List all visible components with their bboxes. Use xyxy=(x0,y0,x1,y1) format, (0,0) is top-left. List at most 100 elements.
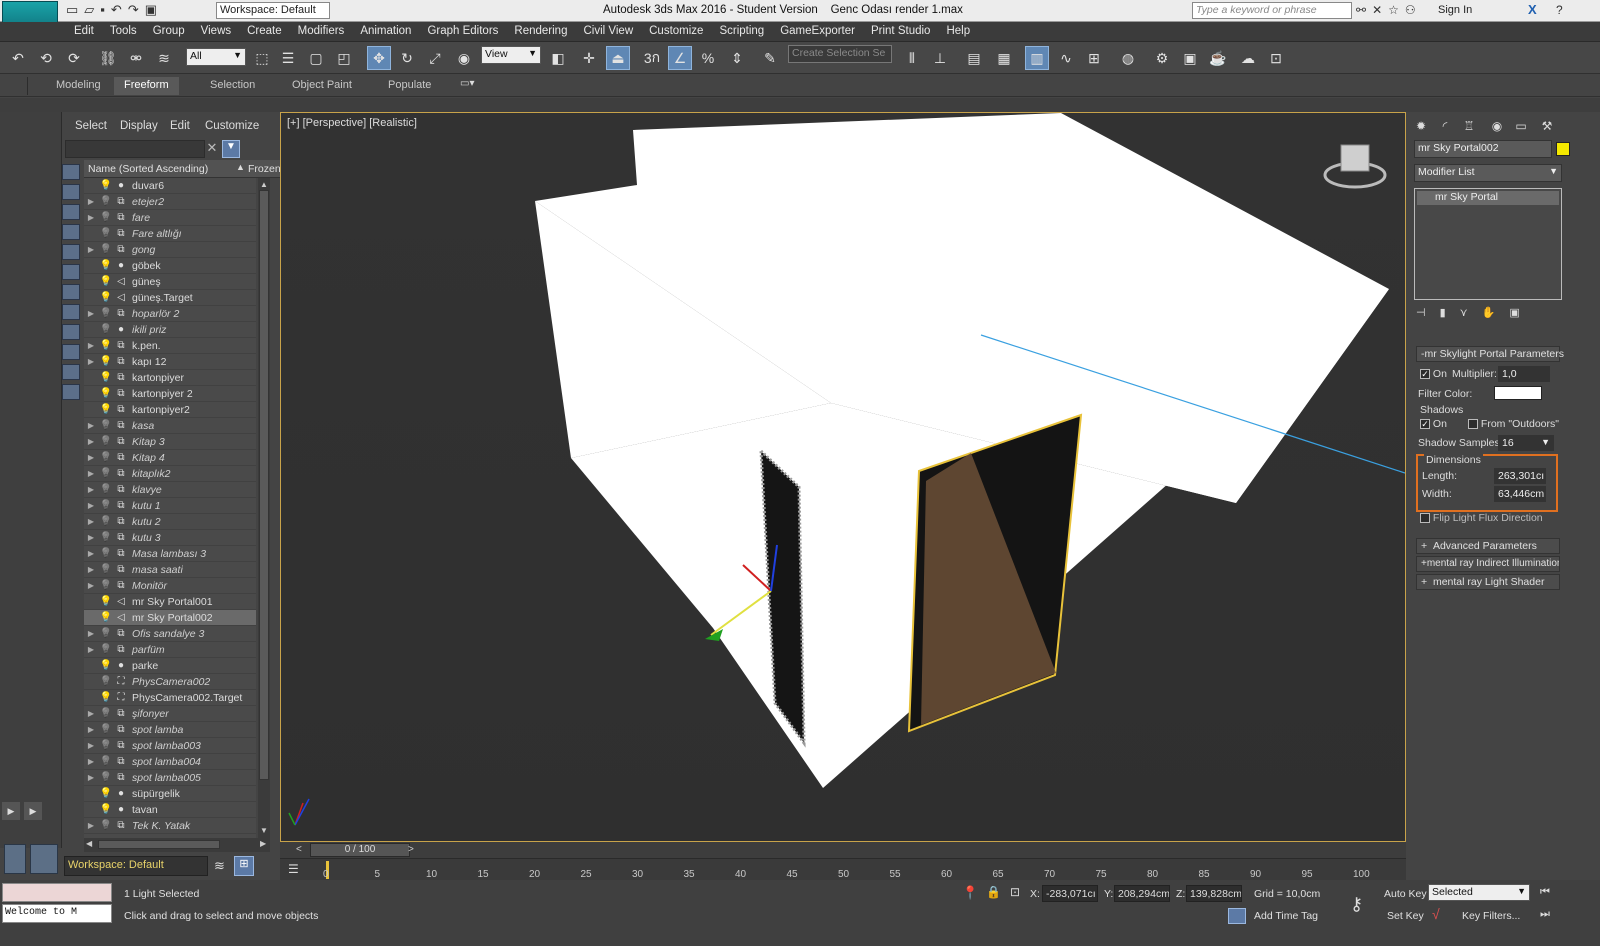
visibility-bulb-icon[interactable]: 💡 xyxy=(100,260,112,272)
light-shader-rollout[interactable]: + mental ray Light Shader xyxy=(1416,574,1560,590)
scene-list-item[interactable]: ▶ 💡 ⧉ kasa xyxy=(84,418,256,434)
visibility-bulb-icon[interactable]: 💡 xyxy=(100,292,112,304)
expand-arrow-icon[interactable]: ▶ xyxy=(86,645,96,654)
expand-arrow-icon[interactable]: ▶ xyxy=(86,341,96,350)
expand-arrow-icon[interactable]: ▶ xyxy=(86,533,96,542)
scroll-right-icon[interactable]: ▶ xyxy=(260,839,266,848)
visibility-bulb-icon[interactable]: 💡 xyxy=(100,724,112,736)
bind-space-warp-icon[interactable]: ≋ xyxy=(152,46,176,70)
favorites-icon[interactable]: ☆ xyxy=(1388,3,1399,17)
isolate-selection-icon[interactable]: 📍 xyxy=(962,885,978,901)
reference-coordinate-dropdown[interactable]: View ▼ xyxy=(481,46,541,64)
schematic-view-icon[interactable]: ⊞ xyxy=(1082,46,1106,70)
visibility-bulb-icon[interactable]: 💡 xyxy=(100,804,112,816)
menu-group[interactable]: Group xyxy=(145,22,193,41)
visibility-bulb-icon[interactable]: 💡 xyxy=(100,548,112,560)
filter-color-swatch[interactable] xyxy=(1494,386,1542,400)
expand-arrow-icon[interactable]: ▶ xyxy=(86,821,96,830)
visibility-bulb-icon[interactable]: 💡 xyxy=(100,340,112,352)
add-time-tag[interactable]: Add Time Tag xyxy=(1254,910,1318,922)
expand-arrow-icon[interactable]: ▶ xyxy=(86,309,96,318)
scene-list-item[interactable]: 💡 ● duvar6 xyxy=(84,178,256,194)
scene-list-item[interactable]: 💡 ⧉ kartonpiyer 2 xyxy=(84,386,256,402)
scene-list-item[interactable]: 💡 ⧉ kartonpiyer2 xyxy=(84,402,256,418)
visibility-bulb-icon[interactable]: 💡 xyxy=(100,420,112,432)
manipulate-icon[interactable]: ✛ xyxy=(577,46,601,70)
open-file-icon[interactable]: ▱ xyxy=(84,2,94,20)
toggle-ribbon-icon[interactable]: ▦ xyxy=(992,46,1016,70)
visibility-bulb-icon[interactable]: 💡 xyxy=(100,516,112,528)
scene-list-item[interactable]: ▶ 💡 ⧉ Monitör xyxy=(84,578,256,594)
key-mode-dropdown[interactable]: Selected ▼ xyxy=(1428,884,1530,901)
mirror-icon[interactable]: ⫴ xyxy=(900,46,924,70)
expand-arrow-icon[interactable]: ▶ xyxy=(86,213,96,222)
modify-tab-icon[interactable]: ◜ xyxy=(1434,116,1456,136)
length-spinner[interactable]: 263,301cı xyxy=(1494,468,1546,484)
scene-list-item[interactable]: ▶ 💡 ⧉ spot lamba003 xyxy=(84,738,256,754)
visibility-bulb-icon[interactable]: 💡 xyxy=(100,644,112,656)
visibility-bulb-icon[interactable]: 💡 xyxy=(100,228,112,240)
communication-icon[interactable]: ✕ xyxy=(1372,3,1382,17)
scene-list-item[interactable]: ▶ 💡 ⧉ masa saati xyxy=(84,562,256,578)
visibility-bulb-icon[interactable]: 💡 xyxy=(100,740,112,752)
scene-list-item[interactable]: ▶ 💡 ⧉ spot lamba005 xyxy=(84,770,256,786)
on-checkbox[interactable]: ✓ xyxy=(1420,369,1430,380)
scene-list-item[interactable]: ▶ 💡 ⧉ k.pen. xyxy=(84,338,256,354)
redo-arrow-icon[interactable]: ⟳ xyxy=(62,46,86,70)
time-slider[interactable]: < 0 / 100 > xyxy=(280,842,1406,858)
light-filter-icon[interactable] xyxy=(62,204,80,220)
angle-snap-icon[interactable]: ∠ xyxy=(668,46,692,70)
spinner-snap-icon[interactable]: ⇕ xyxy=(725,46,749,70)
viewport-layout-thumb[interactable] xyxy=(30,844,58,874)
scene-search-input[interactable] xyxy=(65,140,205,158)
visibility-bulb-icon[interactable]: 💡 xyxy=(100,500,112,512)
rectangular-selection-icon[interactable]: ▢ xyxy=(304,46,328,70)
spacewarp-filter-icon[interactable] xyxy=(62,264,80,280)
key-curve-icon[interactable]: √ xyxy=(1432,906,1440,922)
scene-list-item[interactable]: ▶ 💡 ⧉ klavye xyxy=(84,482,256,498)
mini-curve-editor-icon[interactable]: ☰ xyxy=(288,862,299,876)
expand-arrow-icon[interactable]: ▶ xyxy=(86,741,96,750)
curve-editor-icon[interactable]: ∿ xyxy=(1054,46,1078,70)
render-setup-icon[interactable]: ⚙ xyxy=(1150,46,1174,70)
scene-list-item[interactable]: ▶ 💡 ⧉ spot lamba004 xyxy=(84,754,256,770)
scene-list-item[interactable]: 💡 ● tavan xyxy=(84,802,256,818)
menu-create[interactable]: Create xyxy=(239,22,290,41)
scene-horizontal-scrollbar[interactable]: ◀ ▶ xyxy=(84,838,270,852)
scene-list-item[interactable]: ▶ 💡 ⧉ kutu 2 xyxy=(84,514,256,530)
expand-arrow-icon[interactable]: ▶ xyxy=(86,453,96,462)
visibility-bulb-icon[interactable]: 💡 xyxy=(100,372,112,384)
scene-list-item[interactable]: ▶ 💡 ⧉ spot lamba xyxy=(84,722,256,738)
workspace-dropdown[interactable]: Workspace: Default xyxy=(216,2,330,19)
shadow-samples-dropdown[interactable]: 16 ▼ xyxy=(1498,435,1554,451)
expand-arrow-icon[interactable]: ▶ xyxy=(86,709,96,718)
flip-flux-row[interactable]: Flip Light Flux Direction xyxy=(1420,512,1543,524)
scene-list-item[interactable]: 💡 ⛶ PhysCamera002 xyxy=(84,674,256,690)
visibility-bulb-icon[interactable]: 💡 xyxy=(100,820,112,832)
visibility-bulb-icon[interactable]: 💡 xyxy=(100,244,112,256)
container-filter-icon[interactable] xyxy=(62,344,80,360)
bone-filter-icon[interactable] xyxy=(62,324,80,340)
scene-menu-display[interactable]: Display xyxy=(120,120,158,132)
menu-tools[interactable]: Tools xyxy=(102,22,145,41)
undo-icon[interactable]: ↶ xyxy=(6,46,30,70)
visibility-bulb-icon[interactable]: 💡 xyxy=(100,212,112,224)
set-key-icon[interactable]: ⚷ xyxy=(1350,894,1363,915)
create-selection-set-dropdown[interactable]: Create Selection Se xyxy=(788,45,892,63)
hierarchy-tab-icon[interactable]: ♖ xyxy=(1458,116,1480,136)
scene-menu-select[interactable]: Select xyxy=(75,120,107,132)
undo-icon[interactable]: ↶ xyxy=(111,2,122,20)
exchange-icon[interactable]: X xyxy=(1528,2,1537,17)
viewport-layout-thumb[interactable] xyxy=(4,844,26,874)
scene-list-scrollbar[interactable]: ▲ ▼ xyxy=(258,178,270,838)
absolute-mode-icon[interactable]: ⊡ xyxy=(1010,885,1020,899)
visibility-bulb-icon[interactable]: 💡 xyxy=(100,484,112,496)
ribbon-tab-selection[interactable]: Selection xyxy=(200,77,265,95)
keyboard-shortcut-override-icon[interactable]: ⏏ xyxy=(606,46,630,70)
visibility-bulb-icon[interactable]: 💡 xyxy=(100,788,112,800)
selection-filter-dropdown[interactable]: All ▼ xyxy=(186,48,246,66)
visibility-bulb-icon[interactable]: 💡 xyxy=(100,436,112,448)
scene-list-item[interactable]: 💡 ⧉ Fare altlığı xyxy=(84,226,256,242)
motion-tab-icon[interactable]: ◉ xyxy=(1486,116,1508,136)
search-input[interactable]: Type a keyword or phrase xyxy=(1192,2,1352,19)
